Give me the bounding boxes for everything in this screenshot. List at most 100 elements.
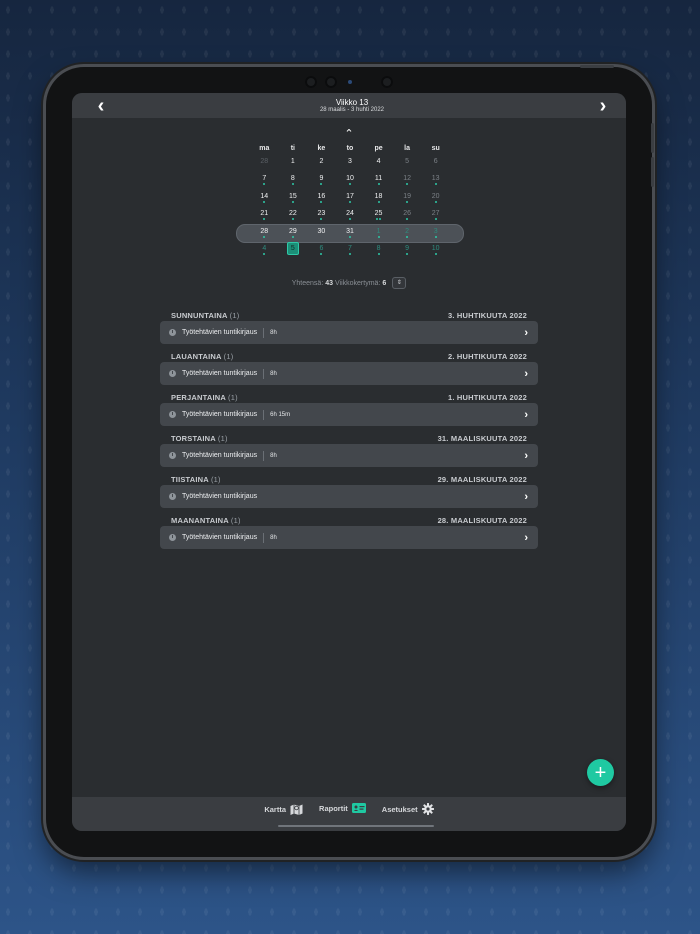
- week-title-block[interactable]: Viikko 13 28 maalis - 3 huhti 2022: [320, 98, 384, 114]
- calendar-day[interactable]: 23: [307, 207, 336, 224]
- calendar-day[interactable]: 10: [421, 242, 450, 259]
- day-group: PERJANTAINA (1) 1. HUHTIKUUTA 2022 Työte…: [160, 391, 538, 426]
- day-number: 30: [317, 227, 326, 235]
- entry-indicator: [434, 183, 437, 186]
- chevron-left-icon[interactable]: ‹: [92, 96, 110, 116]
- calendar-day[interactable]: 17: [336, 189, 365, 206]
- day-number: 6: [433, 157, 438, 165]
- calendar-day[interactable]: 21: [250, 207, 279, 224]
- calendar-day[interactable]: 27: [421, 207, 450, 224]
- calendar-day[interactable]: 19: [393, 189, 422, 206]
- entry-dot: [291, 218, 294, 220]
- calendar-day[interactable]: 9: [393, 242, 422, 259]
- day-number: 7: [262, 175, 267, 182]
- calendar-day[interactable]: 4: [250, 242, 279, 259]
- calendar-day[interactable]: 7: [250, 172, 279, 189]
- calendar-day[interactable]: 8: [364, 242, 393, 259]
- calendar-day[interactable]: 24: [336, 207, 365, 224]
- day-group-date: 31. MAALISKUUTA 2022: [437, 433, 527, 443]
- day-number: 2: [405, 227, 410, 235]
- calendar-day[interactable]: 22: [279, 207, 308, 224]
- calendar-day[interactable]: 2: [307, 154, 336, 171]
- calendar-day[interactable]: 20: [421, 189, 450, 206]
- time-entry-row[interactable]: Työtehtävien tuntikirjaus 8h ›: [160, 526, 538, 549]
- entry-indicator: [263, 200, 266, 204]
- week-row[interactable]: 14 15 16 17 18 19 20: [250, 189, 450, 207]
- calendar-day[interactable]: 4: [364, 154, 393, 171]
- week-row[interactable]: 28 1 2 3 4 5 6: [250, 154, 450, 172]
- day-number: 28: [260, 157, 269, 165]
- entry-divider: [263, 450, 265, 461]
- calendar-day[interactable]: 30: [307, 224, 336, 241]
- sort-toggle-button[interactable]: ⇕: [392, 277, 407, 289]
- chevron-up-icon[interactable]: ⌃: [342, 127, 356, 140]
- calendar-day[interactable]: 7: [336, 242, 365, 259]
- day-group: TORSTAINA (1) 31. MAALISKUUTA 2022 Työte…: [160, 432, 538, 467]
- tab-label-asetukset: Asetukset: [381, 804, 418, 814]
- week-row[interactable]: 4 5 6 7 8 9 10: [250, 242, 450, 260]
- front-camera: [325, 76, 337, 88]
- calendar-day[interactable]: 8: [279, 172, 308, 189]
- calendar-day[interactable]: 3: [421, 224, 450, 241]
- calendar-day[interactable]: 31: [336, 224, 365, 241]
- entry-indicator: [376, 218, 382, 221]
- entry-dot: [291, 200, 294, 203]
- day-group-title: LAUANTAINA (1): [171, 352, 233, 361]
- calendar-day[interactable]: 14: [250, 189, 279, 206]
- calendar-day[interactable]: 25: [364, 207, 393, 224]
- entry-title: Työtehtävien tuntikirjaus: [182, 329, 258, 336]
- entry-indicator: [291, 183, 294, 186]
- entry-count: (1): [228, 392, 238, 402]
- calendar-day[interactable]: 2: [393, 224, 422, 241]
- home-indicator: [278, 825, 434, 827]
- power-button: [580, 65, 614, 68]
- add-entry-button[interactable]: +: [587, 759, 614, 786]
- chevron-right-icon[interactable]: ›: [594, 96, 612, 116]
- entry-indicator: [377, 200, 380, 204]
- week-row[interactable]: 21 22 23 24 25 26 27: [250, 207, 450, 225]
- totals-row: Yhteensä: 43 Viikkokertymä: 6 ⇕: [72, 277, 626, 289]
- entry-indicator: [377, 235, 380, 239]
- entry-indicator: [320, 183, 323, 186]
- time-entry-row[interactable]: Työtehtävien tuntikirjaus 8h ›: [160, 362, 538, 385]
- clock-icon: [169, 370, 176, 377]
- calendar-day[interactable]: 13: [421, 172, 450, 189]
- selected-week-row[interactable]: 28 29 30 31 1 2 3: [236, 224, 464, 243]
- calendar-day[interactable]: 5: [393, 154, 422, 171]
- calendar-day[interactable]: 29: [279, 224, 308, 241]
- calendar-day[interactable]: 18: [364, 189, 393, 206]
- calendar-day[interactable]: 28: [250, 154, 279, 171]
- calendar-day[interactable]: 9: [307, 172, 336, 189]
- calendar-day[interactable]: 3: [336, 154, 365, 171]
- weekday-header: ma: [259, 144, 270, 152]
- time-entry-row[interactable]: Työtehtävien tuntikirjaus 6h 15m ›: [160, 403, 538, 426]
- entry-indicator: [348, 235, 351, 239]
- day-number: 9: [319, 175, 324, 182]
- calendar-day[interactable]: 16: [307, 189, 336, 206]
- day-number: 8: [376, 245, 381, 252]
- calendar-day[interactable]: 11: [364, 172, 393, 189]
- clock-icon: [169, 329, 176, 336]
- time-entry-row[interactable]: Työtehtävien tuntikirjaus 8h ›: [160, 321, 538, 344]
- calendar-day[interactable]: 26: [393, 207, 422, 224]
- calendar-day[interactable]: 1: [364, 224, 393, 241]
- calendar-day[interactable]: 6: [421, 154, 450, 171]
- calendar-day[interactable]: 1: [279, 154, 308, 171]
- calendar-day-today[interactable]: 5: [279, 242, 308, 259]
- entry-title: Työtehtävien tuntikirjaus: [182, 452, 258, 459]
- calendar-day[interactable]: 28: [250, 224, 279, 241]
- week-row[interactable]: 7 8 9 10 11 12 13: [250, 172, 450, 190]
- tab-asetukset[interactable]: Asetukset: [382, 803, 434, 815]
- day-number: 14: [260, 192, 269, 200]
- time-entry-row[interactable]: Työtehtävien tuntikirjaus ›: [160, 485, 538, 508]
- calendar-day[interactable]: 12: [393, 172, 422, 189]
- tab-kartta[interactable]: Kartta: [264, 803, 303, 815]
- entry-indicator: [320, 218, 323, 221]
- calendar-day[interactable]: 10: [336, 172, 365, 189]
- tab-raportit[interactable]: Raportit: [319, 803, 366, 813]
- entry-indicator: [406, 218, 409, 221]
- entry-dot: [434, 235, 437, 238]
- time-entry-row[interactable]: Työtehtävien tuntikirjaus 8h ›: [160, 444, 538, 467]
- calendar-day[interactable]: 15: [279, 189, 308, 206]
- calendar-day[interactable]: 6: [307, 242, 336, 259]
